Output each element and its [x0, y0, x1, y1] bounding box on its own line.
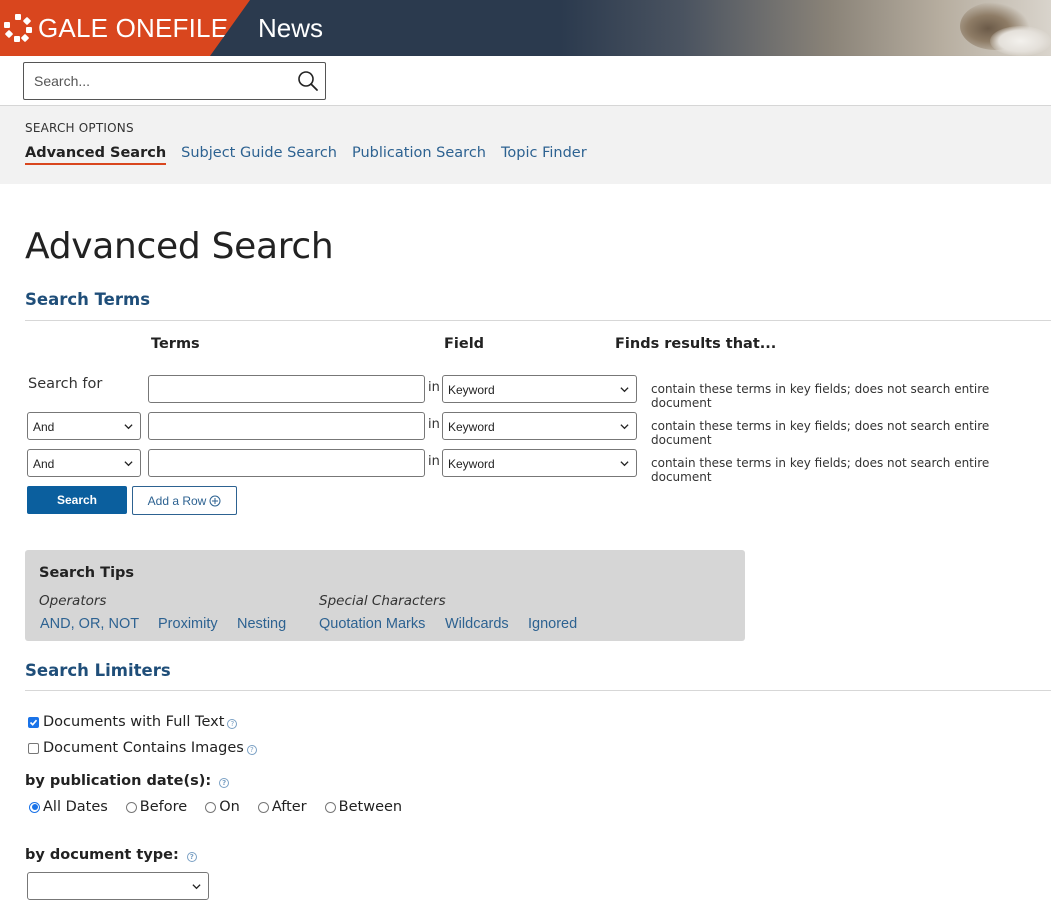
chevron-down-icon [192, 884, 201, 890]
images-label[interactable]: Document Contains Images [43, 740, 244, 756]
field-select-3[interactable]: Keyword [442, 449, 637, 477]
add-row-button[interactable]: Add a Row [132, 486, 237, 515]
document-type-select[interactable] [27, 872, 209, 900]
tip-link-and-or-not[interactable]: AND, OR, NOT [40, 616, 139, 632]
tip-link-ignored[interactable]: Ignored [528, 616, 577, 632]
top-search-box [23, 62, 326, 100]
terms-column-header: Terms [151, 336, 200, 352]
field-select-value: Keyword [448, 383, 495, 397]
check-icon [29, 719, 38, 726]
finds-description-2: contain these terms in key fields; does … [651, 419, 990, 447]
date-option-between[interactable]: Between [324, 799, 403, 815]
chevron-down-icon [620, 461, 629, 467]
date-option-all-dates[interactable]: All Dates [29, 799, 108, 815]
date-option-on[interactable]: On [205, 799, 240, 815]
radio-label: All Dates [43, 799, 108, 815]
tab-topic-finder[interactable]: Topic Finder [501, 145, 587, 165]
banner-bird-image-highlight [990, 26, 1051, 56]
search-button[interactable]: Search [27, 486, 127, 514]
header-search-row [0, 56, 1051, 106]
field-select-value: Keyword [448, 420, 495, 434]
date-option-after[interactable]: After [257, 799, 307, 815]
radio-label: After [271, 799, 307, 815]
in-label: in [428, 454, 440, 469]
top-banner: GALE ONEFILE News [0, 0, 1051, 56]
radio-label: Between [338, 799, 403, 815]
search-for-label: Search for [28, 376, 103, 392]
in-label: in [428, 380, 440, 395]
operator-select-value: And [33, 457, 55, 471]
finds-description-3: contain these terms in key fields; does … [651, 456, 990, 484]
publication-date-heading: by publication date(s): ? [25, 773, 230, 789]
operator-select-3[interactable]: And [27, 449, 141, 477]
page-title: Advanced Search [25, 226, 334, 267]
search-icon[interactable] [297, 70, 319, 92]
gale-logo-icon [4, 14, 32, 43]
divider [25, 690, 1051, 691]
search-options-tabs: Advanced Search Subject Guide Search Pub… [25, 145, 587, 165]
radio-button[interactable] [29, 801, 40, 813]
tip-link-quotation-marks[interactable]: Quotation Marks [319, 616, 425, 632]
document-type-heading: by document type: ? [25, 847, 197, 863]
operators-label: Operators [39, 593, 107, 609]
special-characters-label: Special Characters [319, 593, 446, 609]
search-options-bar: SEARCH OPTIONS Advanced Search Subject G… [0, 106, 1051, 184]
tab-subject-guide-search[interactable]: Subject Guide Search [181, 145, 337, 165]
logo-text: GALE ONEFILE [38, 12, 229, 43]
in-label: in [428, 417, 440, 432]
help-icon[interactable]: ? [186, 851, 197, 862]
tab-publication-search[interactable]: Publication Search [352, 145, 486, 165]
radio-button[interactable] [257, 801, 269, 813]
date-option-before[interactable]: Before [125, 799, 188, 815]
document-type-label: by document type: [25, 847, 179, 863]
search-options-label: SEARCH OPTIONS [25, 121, 134, 135]
publication-date-label: by publication date(s): [25, 773, 212, 789]
search-terms-heading: Search Terms [25, 290, 151, 309]
help-icon[interactable]: ? [227, 718, 238, 729]
search-tips-heading: Search Tips [39, 565, 135, 581]
tip-link-wildcards[interactable]: Wildcards [445, 616, 509, 632]
full-text-checkbox[interactable] [28, 716, 39, 728]
radio-label: On [219, 799, 240, 815]
plus-circle-icon [209, 495, 221, 506]
radio-label: Before [139, 799, 188, 815]
finds-column-header: Finds results that... [615, 336, 777, 352]
field-select-2[interactable]: Keyword [442, 412, 637, 440]
gale-logo[interactable]: GALE ONEFILE [0, 0, 250, 56]
search-tips-panel: Search Tips Operators Special Characters… [25, 550, 745, 641]
product-name: News [258, 13, 324, 43]
field-select-1[interactable]: Keyword [442, 375, 637, 403]
help-icon[interactable]: ? [219, 777, 230, 788]
images-checkbox[interactable] [28, 742, 39, 754]
full-text-label[interactable]: Documents with Full Text [43, 714, 224, 730]
divider [25, 320, 1051, 321]
tip-link-nesting[interactable]: Nesting [237, 616, 286, 632]
field-column-header: Field [444, 336, 485, 352]
help-icon[interactable]: ? [246, 744, 257, 755]
add-row-label: Add a Row [147, 493, 207, 508]
full-text-option: Documents with Full Text ? [28, 714, 238, 730]
images-option: Document Contains Images ? [28, 740, 257, 756]
chevron-down-icon [124, 461, 133, 467]
radio-button[interactable] [205, 801, 217, 813]
radio-button[interactable] [324, 801, 336, 813]
radio-button[interactable] [125, 801, 137, 813]
term-input-3[interactable] [148, 449, 425, 477]
tab-advanced-search[interactable]: Advanced Search [25, 145, 167, 165]
chevron-down-icon [124, 424, 133, 430]
field-select-value: Keyword [448, 457, 495, 471]
publication-date-options: All Dates Before On After Between [29, 799, 420, 815]
chevron-down-icon [620, 424, 629, 430]
search-limiters-heading: Search Limiters [25, 661, 171, 680]
term-input-2[interactable] [148, 412, 425, 440]
top-search-input[interactable] [34, 71, 289, 91]
operator-select-2[interactable]: And [27, 412, 141, 440]
term-input-1[interactable] [148, 375, 425, 403]
chevron-down-icon [620, 387, 629, 393]
finds-description-1: contain these terms in key fields; does … [651, 382, 990, 410]
tip-link-proximity[interactable]: Proximity [158, 616, 218, 632]
operator-select-value: And [33, 420, 55, 434]
